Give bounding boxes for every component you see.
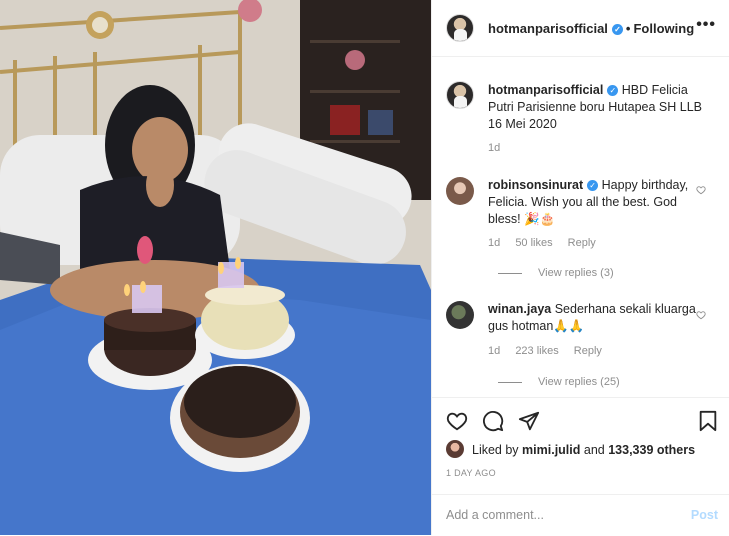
caption-text-block: hotmanparisofficial ✓ HBD Felicia Putri P… [488, 82, 708, 133]
add-comment-bar: Add a comment... Post [432, 494, 729, 536]
caption-age: 1d [488, 142, 501, 154]
comment-meta: 1d 223 likes Reply [488, 345, 614, 357]
save-bookmark-icon[interactable] [698, 410, 718, 432]
post-side-panel: hotmanparisofficial ✓ • Following ••• hotma… [431, 0, 729, 535]
comment-avatar[interactable] [446, 301, 474, 329]
view-replies-button[interactable]: View replies (25) [498, 376, 620, 388]
share-paper-plane-icon[interactable] [518, 410, 540, 432]
comment-username[interactable]: winan.jaya [488, 302, 551, 316]
instagram-post: hotmanparisofficial ✓ • Following ••• hotma… [0, 0, 729, 535]
author-line: hotmanparisofficial ✓ • Following [488, 21, 694, 36]
separator-dot: • [625, 21, 631, 36]
liker-avatar[interactable] [446, 440, 464, 458]
birthday-photo-illustration [0, 0, 431, 535]
likes-prefix: Liked by [472, 443, 519, 457]
verified-badge-icon: ✓ [587, 180, 599, 192]
post-time-ago[interactable]: 1 DAY AGO [446, 468, 496, 478]
comment-item: winan.jaya Sederhana sekali kluarga gus … [488, 301, 698, 335]
caption-meta: 1d [488, 142, 512, 154]
likes-summary: Liked by mimi.julid and 133,339 others [472, 443, 695, 457]
view-replies-button[interactable]: View replies (3) [498, 267, 614, 279]
comment-likes[interactable]: 50 likes [515, 237, 552, 249]
like-heart-icon[interactable] [446, 410, 468, 432]
caption-avatar[interactable] [446, 81, 474, 109]
post-actions: Liked by mimi.julid and 133,339 others 1… [432, 397, 729, 535]
more-options-icon[interactable]: ••• [696, 16, 716, 34]
author-username[interactable]: hotmanparisofficial [488, 21, 608, 36]
likes-conj: and [583, 443, 605, 457]
post-comment-button[interactable]: Post [691, 508, 718, 522]
post-photo[interactable] [0, 0, 431, 535]
comment-username[interactable]: robinsonsinurat [488, 178, 583, 192]
likes-others[interactable]: 133,339 others [608, 443, 695, 457]
comment-bubble-icon[interactable] [482, 410, 504, 432]
following-button[interactable]: Following [633, 21, 694, 36]
reply-button[interactable]: Reply [574, 345, 602, 357]
verified-badge-icon: ✓ [607, 85, 619, 97]
like-comment-icon[interactable] [696, 310, 706, 320]
comment-age: 1d [488, 237, 501, 249]
verified-badge-icon: ✓ [611, 24, 623, 36]
like-comment-icon[interactable] [696, 185, 706, 195]
reply-button[interactable]: Reply [568, 237, 596, 249]
comment-age: 1d [488, 345, 501, 357]
add-comment-input[interactable]: Add a comment... [446, 508, 544, 522]
caption-username[interactable]: hotmanparisofficial [488, 83, 603, 97]
comment-avatar[interactable] [446, 177, 474, 205]
post-header: hotmanparisofficial ✓ • Following ••• [432, 0, 729, 57]
liker-username[interactable]: mimi.julid [522, 443, 580, 457]
comment-likes[interactable]: 223 likes [515, 345, 558, 357]
comments-list[interactable]: hotmanparisofficial ✓ HBD Felicia Putri P… [432, 57, 729, 397]
comment-item: robinsonsinurat ✓ Happy birthday, Felicia… [488, 177, 698, 228]
comment-meta: 1d 50 likes Reply [488, 237, 608, 249]
author-avatar[interactable] [446, 14, 474, 42]
